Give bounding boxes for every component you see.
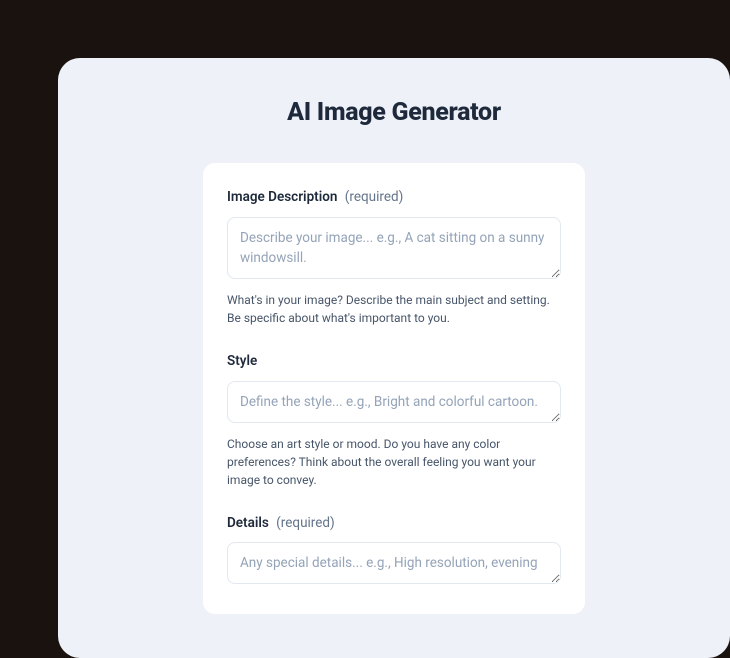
image-description-helper: What's in your image? Describe the main … [227,291,561,327]
style-label-row: Style [227,353,561,371]
page-title: AI Image Generator [58,98,730,127]
image-description-label: Image Description [227,189,337,205]
image-description-group: Image Description (required) What's in y… [227,189,561,327]
image-description-required: (required) [345,189,404,205]
style-helper: Choose an art style or mood. Do you have… [227,435,561,489]
details-required: (required) [276,515,335,531]
image-description-input[interactable] [227,217,561,280]
image-description-label-row: Image Description (required) [227,189,561,207]
generator-panel: AI Image Generator Image Description (re… [58,58,730,658]
style-label: Style [227,353,257,369]
style-input[interactable] [227,381,561,423]
details-input[interactable] [227,542,561,584]
details-label-row: Details (required) [227,515,561,533]
details-label: Details [227,515,269,531]
style-group: Style Choose an art style or mood. Do yo… [227,353,561,489]
details-group: Details (required) [227,515,561,589]
form-card: Image Description (required) What's in y… [203,163,585,614]
